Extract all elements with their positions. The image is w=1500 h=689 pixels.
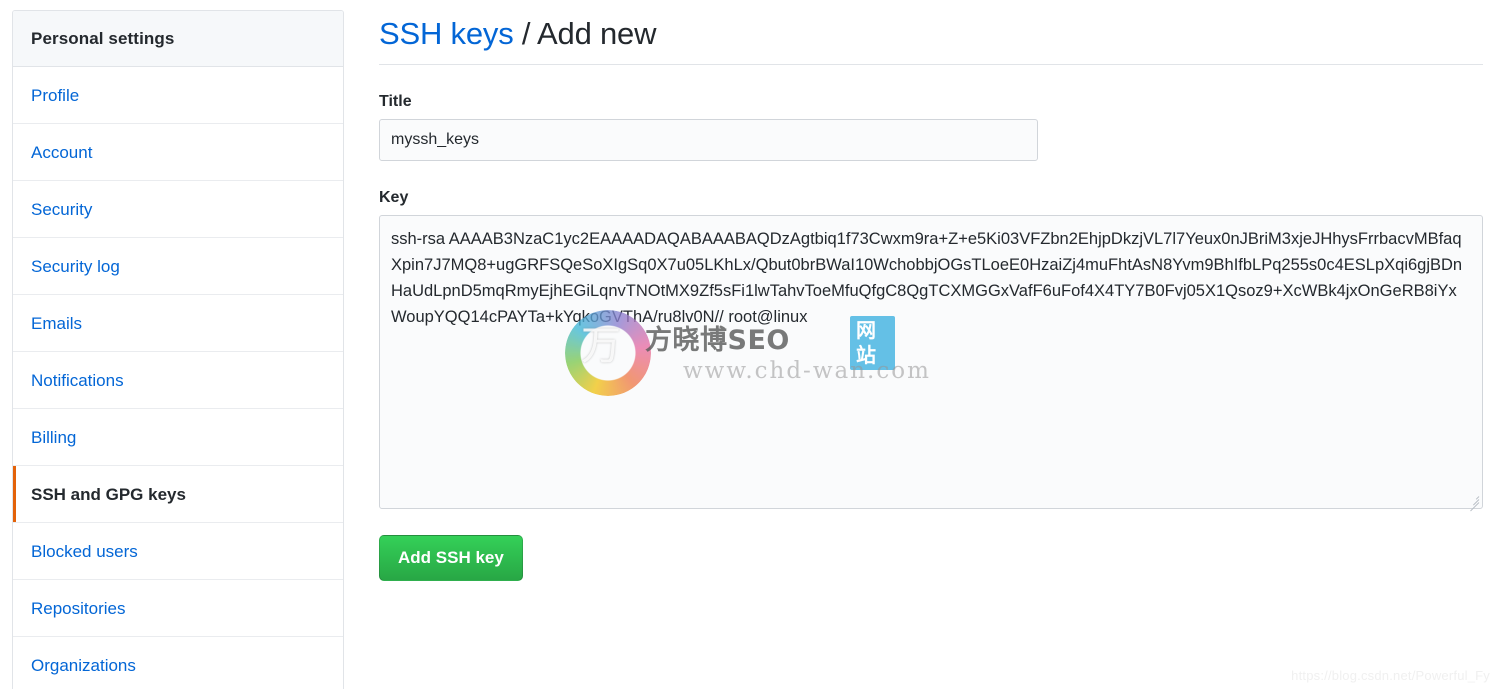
main-content: SSH keys / Add new Title Key Add SSH key (379, 0, 1484, 581)
key-textarea-wrapper (379, 215, 1483, 512)
sidebar-item-profile[interactable]: Profile (13, 67, 343, 124)
breadcrumb-ssh-keys-link[interactable]: SSH keys (379, 16, 514, 51)
sidebar-item-label: SSH and GPG keys (31, 485, 186, 504)
sidebar-item-label: Notifications (31, 371, 124, 390)
title-divider (379, 64, 1483, 65)
sidebar-item-blocked-users[interactable]: Blocked users (13, 523, 343, 580)
sidebar-item-label: Emails (31, 314, 83, 333)
personal-settings-sidebar: Personal settings Profile Account Securi… (12, 10, 344, 689)
sidebar-item-label: Repositories (31, 599, 126, 618)
sidebar-item-repositories[interactable]: Repositories (13, 580, 343, 637)
csdn-blog-watermark: https://blog.csdn.net/Powerful_Fy (1291, 668, 1490, 683)
sidebar-item-security[interactable]: Security (13, 181, 343, 238)
breadcrumb-current: Add new (537, 16, 657, 51)
add-ssh-key-button[interactable]: Add SSH key (379, 535, 523, 581)
page-title: SSH keys / Add new (379, 16, 1484, 52)
title-input[interactable] (379, 119, 1038, 161)
sidebar-item-account[interactable]: Account (13, 124, 343, 181)
sidebar-item-billing[interactable]: Billing (13, 409, 343, 466)
ssh-key-add-page: Personal settings Profile Account Securi… (0, 0, 1500, 689)
sidebar-item-organizations[interactable]: Organizations (13, 637, 343, 689)
sidebar-item-label: Security (31, 200, 93, 219)
key-textarea[interactable] (379, 215, 1483, 509)
sidebar-item-label: Security log (31, 257, 120, 276)
sidebar-item-label: Organizations (31, 656, 136, 675)
sidebar-header: Personal settings (13, 11, 343, 67)
sidebar-item-emails[interactable]: Emails (13, 295, 343, 352)
sidebar-item-security-log[interactable]: Security log (13, 238, 343, 295)
sidebar-item-label: Profile (31, 86, 80, 105)
sidebar-item-ssh-and-gpg-keys[interactable]: SSH and GPG keys (13, 466, 343, 523)
sidebar-item-label: Blocked users (31, 542, 138, 561)
sidebar-item-label: Account (31, 143, 93, 162)
sidebar-item-label: Billing (31, 428, 77, 447)
key-field-label: Key (379, 189, 409, 206)
breadcrumb-separator: / (521, 16, 531, 51)
title-field-label: Title (379, 93, 412, 110)
sidebar-item-notifications[interactable]: Notifications (13, 352, 343, 409)
